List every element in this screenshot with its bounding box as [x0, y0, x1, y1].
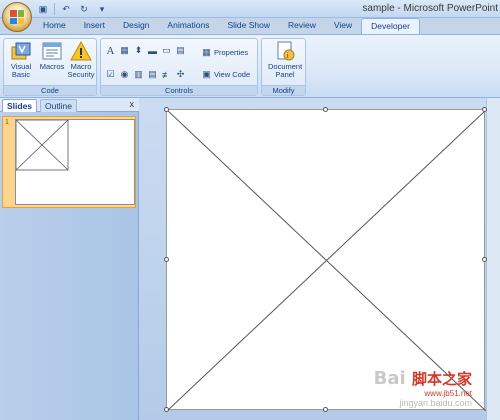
- visual-basic-icon: [10, 41, 32, 61]
- watermark-url: www.jb51.net: [424, 389, 472, 398]
- modify-group: i Document Panel Modify: [261, 38, 306, 96]
- properties-label: Properties: [214, 48, 249, 57]
- office-button[interactable]: [2, 2, 32, 32]
- properties-button[interactable]: ▦ Properties: [201, 47, 248, 58]
- controls-group-label: Controls: [101, 85, 257, 95]
- undo-icon[interactable]: ↶: [59, 3, 73, 16]
- scroll-bar-icon[interactable]: ▬: [147, 45, 158, 56]
- qat-separator: [54, 3, 55, 15]
- tab-slides[interactable]: Slides: [2, 99, 38, 112]
- office-logo-icon: [10, 10, 24, 24]
- title-bar: ▣ ↶ ↻ ▾ sample - Microsoft PowerPoint: [0, 0, 500, 32]
- slide-canvas[interactable]: [166, 109, 486, 411]
- properties-icon: ▦: [202, 47, 211, 57]
- image-control-icon[interactable]: ▦: [119, 45, 130, 56]
- modify-group-label: Modify: [262, 85, 305, 95]
- controls-row-2: ☑ ◉ ▥ ▤ ≢ ✣: [105, 69, 186, 80]
- resize-handle-top-left[interactable]: [164, 107, 169, 112]
- resize-handle-right[interactable]: [482, 257, 487, 262]
- check-box-icon[interactable]: ☑: [105, 69, 116, 80]
- close-icon[interactable]: x: [130, 99, 135, 109]
- watermark-logo: Bai 脚本之家: [373, 368, 472, 389]
- tab-outline[interactable]: Outline: [40, 99, 77, 112]
- view-code-button[interactable]: ▣ View Code: [201, 69, 250, 80]
- view-code-icon: ▣: [202, 69, 211, 79]
- list-box-icon[interactable]: ▤: [147, 69, 158, 80]
- ribbon: Visual Basic Macros Macro Security Code …: [0, 34, 500, 98]
- resize-handle-left[interactable]: [164, 257, 169, 262]
- ribbon-tabs: Home Insert Design Animations Slide Show…: [34, 18, 420, 34]
- tab-home[interactable]: Home: [34, 18, 75, 34]
- controls-group: A ▦ ⬍ ▬ ▭ ▤ ☑ ◉ ▥ ▤ ≢ ✣ ▦ Properties ▣ V…: [100, 38, 258, 96]
- warning-icon: [70, 40, 92, 61]
- save-icon[interactable]: ▣: [36, 3, 50, 16]
- view-code-label: View Code: [214, 70, 251, 79]
- placeholder-shape[interactable]: [167, 110, 486, 411]
- document-panel-label: Document Panel: [268, 62, 303, 79]
- redo-icon[interactable]: ↻: [77, 3, 91, 16]
- macro-security-label: Macro Security: [67, 62, 95, 79]
- document-panel-icon: i: [274, 41, 296, 61]
- resize-handle-top-right[interactable]: [482, 107, 487, 112]
- tab-animations[interactable]: Animations: [158, 18, 218, 34]
- combo-box-icon[interactable]: ▥: [133, 69, 144, 80]
- customize-qat-icon[interactable]: ▾: [95, 3, 109, 16]
- resize-handle-bottom-left[interactable]: [164, 407, 169, 412]
- tab-design[interactable]: Design: [114, 18, 158, 34]
- watermark: Bai 脚本之家 www.jb51.net jingyan.baidu.com: [374, 368, 472, 408]
- spin-button-icon[interactable]: ⬍: [133, 45, 144, 56]
- tab-review[interactable]: Review: [279, 18, 325, 34]
- code-group: Visual Basic Macros Macro Security Code: [3, 38, 97, 96]
- pane-tabs: Slides Outline x: [0, 98, 139, 112]
- slide-thumbnail-item[interactable]: 1: [2, 116, 136, 208]
- quick-access-toolbar: ▣ ↶ ↻ ▾: [36, 2, 109, 16]
- frame-control-icon[interactable]: ▭: [161, 45, 172, 56]
- toggle-button-icon[interactable]: ≢: [161, 69, 172, 80]
- slide-thumbnail[interactable]: [15, 119, 135, 205]
- macro-security-button[interactable]: Macro Security: [66, 40, 96, 85]
- slide-number: 1: [5, 119, 9, 126]
- design-mode-icon[interactable]: ✣: [175, 69, 186, 80]
- macros-icon: [41, 41, 63, 61]
- watermark-url-2: jingyan.baidu.com: [399, 398, 472, 408]
- watermark-site-name: 脚本之家: [411, 370, 472, 388]
- document-panel-button[interactable]: i Document Panel: [268, 41, 302, 85]
- slides-pane: Slides Outline x 1: [0, 98, 139, 420]
- tab-insert[interactable]: Insert: [75, 18, 114, 34]
- window-title: sample - Microsoft PowerPoint: [362, 3, 498, 14]
- code-group-label: Code: [4, 85, 96, 95]
- tab-slide-show[interactable]: Slide Show: [218, 18, 279, 34]
- macros-button[interactable]: Macros: [37, 41, 67, 85]
- vertical-scrollbar[interactable]: [486, 98, 500, 420]
- macros-label: Macros: [39, 62, 65, 71]
- label-control-icon[interactable]: A: [105, 45, 116, 57]
- controls-row-1: A ▦ ⬍ ▬ ▭ ▤: [105, 45, 186, 57]
- resize-handle-top[interactable]: [323, 107, 328, 112]
- tab-developer[interactable]: Developer: [361, 18, 420, 34]
- option-button-icon[interactable]: ◉: [119, 69, 130, 80]
- visual-basic-button[interactable]: Visual Basic: [6, 41, 36, 85]
- more-controls-icon[interactable]: ▤: [175, 45, 186, 56]
- resize-handle-bottom[interactable]: [323, 407, 328, 412]
- tab-view[interactable]: View: [325, 18, 361, 34]
- visual-basic-label: Visual Basic: [10, 62, 32, 79]
